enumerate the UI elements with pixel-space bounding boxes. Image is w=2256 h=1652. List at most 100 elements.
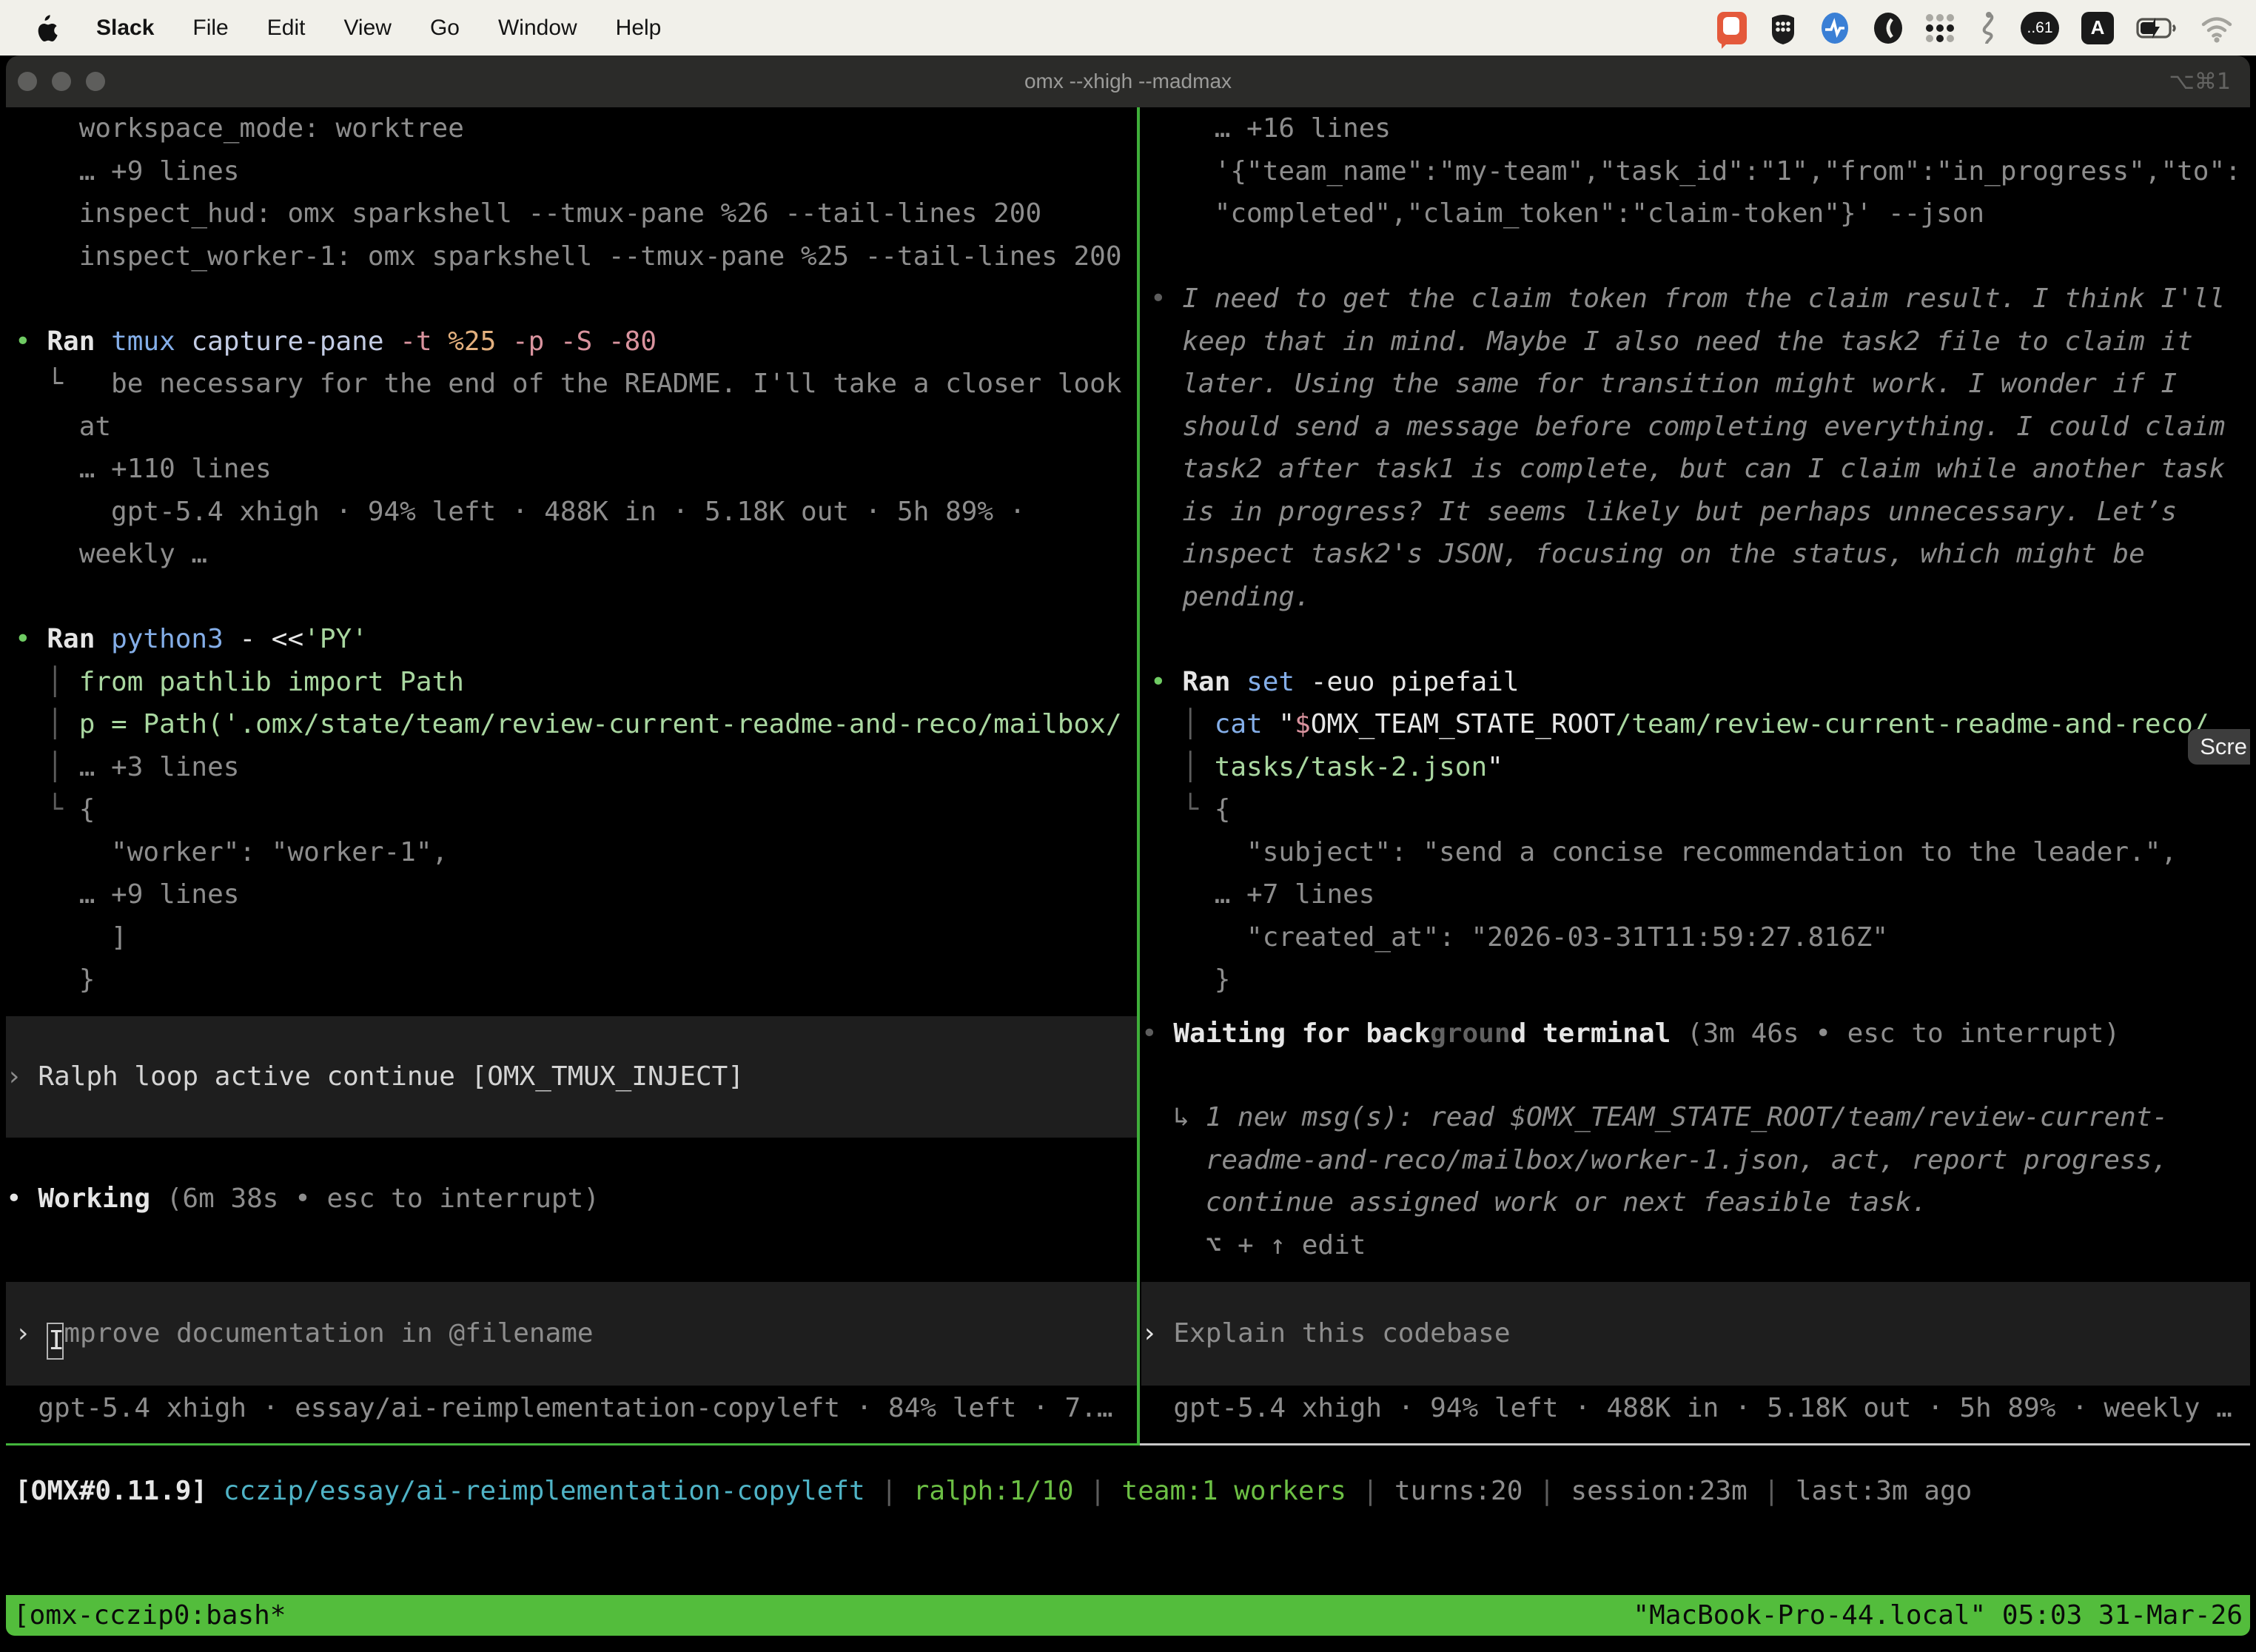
text-segment: │	[1150, 752, 1215, 782]
menu-bar: Slack File Edit View Go Window Help	[0, 0, 2256, 56]
terminal-line: … +16 lines	[1150, 107, 2250, 150]
terminal-line: readme-and-reco/mailbox/worker-1.json, a…	[1141, 1139, 2250, 1182]
text-segment: inspect_worker-1: omx sparkshell --tmux-…	[15, 241, 1122, 272]
terminal-line: … +7 lines	[1150, 873, 2250, 916]
pulse-app-icon[interactable]	[1819, 10, 1850, 46]
terminal-line: '{"team_name":"my-team","task_id":"1","f…	[1150, 150, 2250, 193]
menu-edit[interactable]: Edit	[267, 16, 306, 41]
chat-app-icon[interactable]	[1717, 10, 1747, 46]
window-title: omx --xhigh --madmax	[1024, 70, 1232, 93]
window-titlebar[interactable]: omx --xhigh --madmax ⌥⌘1	[6, 56, 2250, 107]
terminal-line: at	[15, 406, 1137, 449]
text-segment: OMX_TEAM_STATE_ROOT	[1311, 709, 1616, 739]
prompt-input-left[interactable]: › Improve documentation in @filename	[6, 1282, 1137, 1386]
text-segment: from pathlib import Path	[79, 667, 464, 697]
terminal-line: • Waiting for background terminal (3m 46…	[1141, 1013, 2250, 1055]
notch-circle-icon[interactable]	[1873, 10, 1904, 46]
shield-grid-icon[interactable]	[1769, 10, 1797, 46]
model-status-left: gpt-5.4 xhigh · essay/ai-reimplementatio…	[6, 1387, 1137, 1430]
text-segment: '{"team_name":"my-team","task_id":"1","f…	[1150, 156, 2241, 187]
pane-hud[interactable]: workspace_mode: worktree … +9 lines insp…	[6, 107, 1137, 1443]
close-button[interactable]	[18, 72, 37, 91]
text-segment: should send a message before completing …	[1150, 412, 2225, 442]
menu-file[interactable]: File	[192, 16, 228, 41]
menu-view[interactable]: View	[343, 16, 391, 41]
terminal-line: • I need to get the claim token from the…	[1150, 278, 2250, 320]
terminal-line: └ {	[15, 788, 1137, 831]
prompt-input-right[interactable]: › Explain this codebase	[1141, 1282, 2250, 1386]
badge-61-icon[interactable]: ..61	[2021, 12, 2059, 44]
tmux-session-window[interactable]: [omx-cczip0:bash*	[13, 1600, 286, 1631]
terminal-line: "subject": "send a concise recommendatio…	[1150, 831, 2250, 874]
text-segment: gpt-5.4 xhigh · 94% left · 488K in · 5.1…	[1141, 1393, 2232, 1423]
prompt-placeholder: mprove documentation in @filename	[64, 1318, 593, 1349]
text-segment: |	[1523, 1476, 1571, 1506]
text-segment: keep that in mind. Maybe I also need the…	[1150, 326, 2193, 357]
text-segment: last:3m ago	[1796, 1476, 1972, 1506]
text-segment: |	[1074, 1476, 1122, 1506]
dots-grid-icon[interactable]	[1926, 10, 1954, 46]
pane-worker[interactable]: … +16 lines '{"team_name":"my-team","tas…	[1141, 107, 2250, 1443]
text-segment: at	[15, 412, 111, 442]
terminal-line: is in progress? It seems likely but perh…	[1150, 491, 2250, 534]
text-segment: Waiting for back	[1173, 1018, 1430, 1049]
text-segment: Ran	[47, 326, 111, 357]
battery-icon[interactable]	[2136, 10, 2178, 46]
text-segment: -t	[400, 326, 448, 357]
text-segment: %25	[448, 326, 512, 357]
menu-help[interactable]: Help	[616, 16, 662, 41]
apple-menu-icon[interactable]	[33, 13, 58, 43]
terminal-line: │ p = Path('.omx/state/team/review-curre…	[15, 703, 1137, 746]
keyboard-layout-icon[interactable]: A	[2081, 12, 2114, 44]
terminal-line: pending.	[1150, 576, 2250, 619]
minimize-button[interactable]	[52, 72, 71, 91]
terminal-line: • Ran tmux capture-pane -t %25 -p -S -80	[15, 320, 1137, 363]
text-segment: $	[1295, 709, 1311, 739]
text-segment: 'PY'	[303, 624, 368, 654]
text-segment: Ran	[47, 624, 111, 654]
terminal-line: should send a message before completing …	[1150, 406, 2250, 449]
tooltip-text: Scre	[2200, 733, 2247, 760]
text-segment: p = Path('.omx/state/team/review-current…	[79, 709, 1122, 739]
text-segment: Ralph loop active continue [OMX_TMUX_INJ…	[38, 1061, 744, 1092]
text-segment: /team/review-current-readme-and-reco/	[1616, 709, 2209, 739]
terminal-line: "worker": "worker-1",	[15, 831, 1137, 874]
text-segment: │	[15, 667, 79, 697]
terminal-line: └ {	[1150, 788, 2250, 831]
pane-divider[interactable]	[1137, 107, 1140, 1446]
text-segment: ›	[1141, 1318, 1173, 1349]
terminal-line	[15, 576, 1137, 619]
text-segment: |	[865, 1476, 913, 1506]
terminal-line: "completed","claim_token":"claim-token"}…	[1150, 192, 2250, 235]
hook-icon[interactable]	[1976, 10, 1998, 46]
terminal-line: │ tasks/task-2.json"	[1150, 746, 2250, 789]
text-segment: }	[1150, 964, 1230, 995]
tmux-status-bar: [omx-cczip0:bash* "MacBook-Pro-44.local"…	[6, 1595, 2250, 1636]
menu-window[interactable]: Window	[498, 16, 577, 41]
text-segment: … +7 lines	[1150, 879, 1374, 910]
menu-app-name[interactable]: Slack	[96, 16, 154, 41]
inject-banner: › Ralph loop active continue [OMX_TMUX_I…	[6, 1016, 1137, 1138]
terminal-line: weekly …	[15, 533, 1137, 576]
text-segment: gpt-5.4 xhigh · 94% left · 488K in · 5.1…	[15, 497, 1025, 527]
zoom-button[interactable]	[86, 72, 105, 91]
text-segment: d terminal	[1511, 1018, 1687, 1049]
text-segment: inspect task2's JSON, focusing on the st…	[1150, 539, 2145, 569]
text-segment: later. Using the same for transition mig…	[1150, 369, 2177, 399]
omx-session-status: [OMX#0.11.9] cczip/essay/ai-reimplementa…	[15, 1470, 2250, 1513]
wifi-icon[interactable]	[2200, 10, 2234, 46]
text-segment: … +3 lines	[79, 752, 240, 782]
terminal-line: │ … +3 lines	[15, 746, 1137, 789]
text-segment: - <<	[239, 624, 303, 654]
pane-bottom-border-right	[1140, 1443, 2250, 1446]
menu-go[interactable]: Go	[430, 16, 460, 41]
text-segment: groun	[1430, 1018, 1510, 1049]
text-segment: I need to get the claim token from the c…	[1182, 283, 2225, 314]
text-segment: •	[15, 624, 47, 654]
text-segment: turns:20	[1394, 1476, 1523, 1506]
text-segment: │	[15, 752, 79, 782]
text-segment: •	[1141, 1018, 1173, 1049]
text-segment: •	[1150, 283, 1182, 314]
text-segment: •	[1150, 667, 1182, 697]
text-segment: Ran	[1182, 667, 1246, 697]
